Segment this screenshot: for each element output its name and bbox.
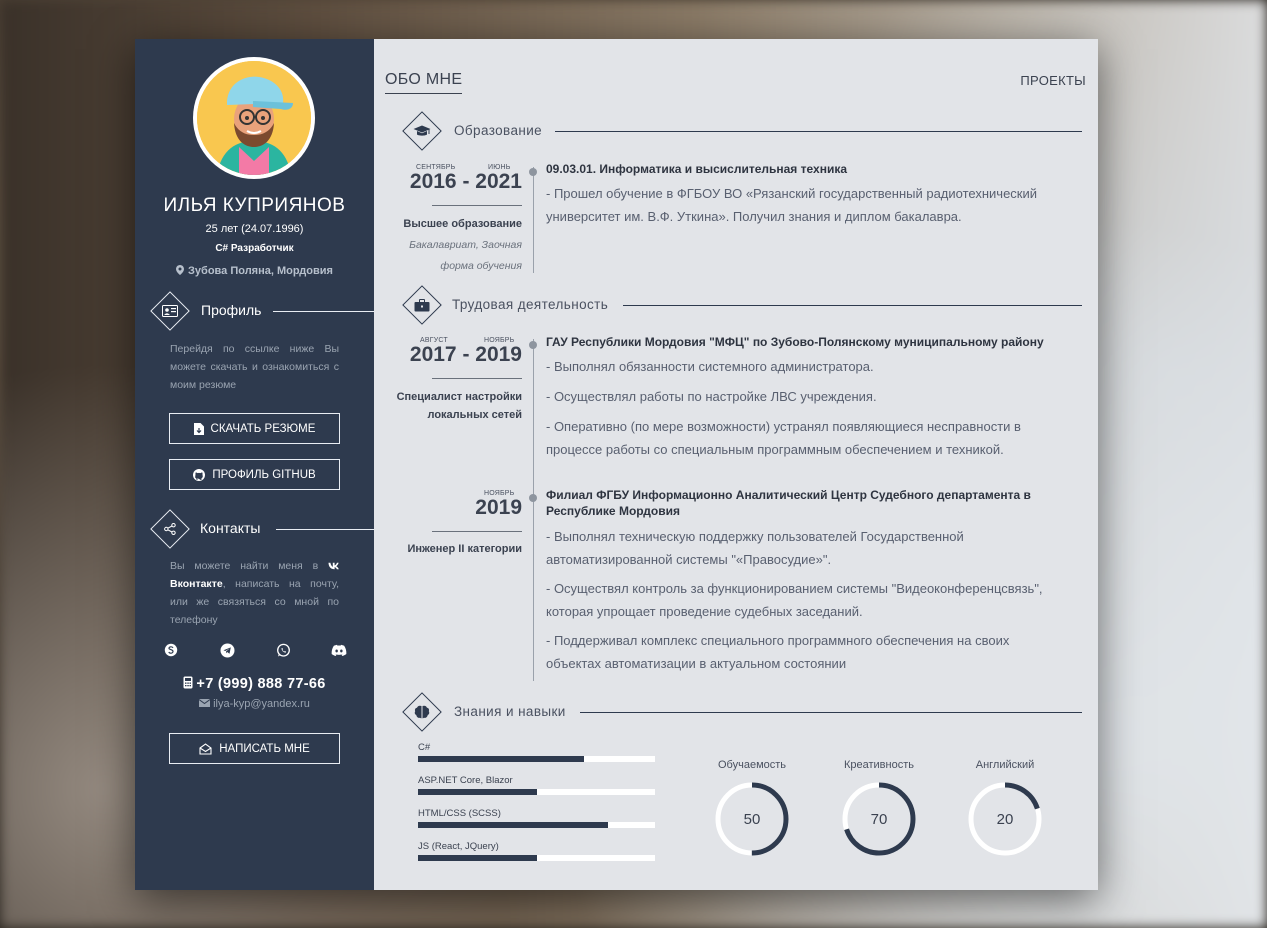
edu-years: 2016 - 2021	[409, 170, 522, 193]
download-resume-label: СКАЧАТЬ РЕЗЮМЕ	[210, 422, 316, 435]
skill-aspnet: ASP.NET Core, Blazor	[418, 775, 655, 795]
vk-link[interactable]: Вконтакте	[170, 578, 223, 590]
ring-value: 70	[871, 811, 888, 828]
ring-value: 20	[997, 811, 1014, 828]
envelope-icon	[198, 699, 211, 707]
skill-html-css: HTML/CSS (SCSS)	[418, 808, 655, 828]
phone-number[interactable]: +7 (999) 888 77-66	[135, 676, 374, 692]
edu-degree: Высшее образование	[403, 218, 522, 230]
work1-position-1: Специалист настройки	[396, 391, 522, 403]
work1-years: 2017 - 2019	[409, 343, 522, 366]
share-icon	[164, 523, 176, 535]
work2-bullet-2: - Осуществял контроль за функционировани…	[546, 581, 1043, 596]
skill-label: JS (React, JQuery)	[418, 841, 499, 852]
write-me-label: НАПИСАТЬ МНЕ	[219, 742, 310, 755]
vk-icon	[328, 562, 339, 570]
github-profile-button[interactable]: ПРОФИЛЬ GITHUB	[169, 459, 340, 490]
envelope-open-icon	[199, 742, 212, 755]
discord-icon[interactable]	[331, 642, 347, 658]
profile-name: ИЛЬЯ КУПРИЯНОВ	[163, 195, 346, 216]
skill-label: ASP.NET Core, Blazor	[418, 775, 513, 786]
profile-section-title: Профиль	[201, 302, 262, 318]
ring-label: Английский	[975, 759, 1035, 771]
telegram-icon[interactable]	[219, 642, 235, 658]
work1-bullet-2: - Осуществлял работы по настройке ЛВС уч…	[546, 389, 877, 404]
edu-text-1: - Прошел обучение в ФГБОУ ВО «Рязанский …	[546, 186, 1038, 201]
ring-label: Креативность	[843, 759, 914, 771]
ring-creativity: Креативность 70	[839, 759, 919, 859]
email-address[interactable]: ilya-kyp@yandex.ru	[135, 698, 374, 710]
briefcase-icon	[414, 298, 430, 311]
work1-bullet-3b: процессе работы со специальным программн…	[546, 442, 1004, 457]
skills-header: Знания и навыки	[402, 692, 1082, 732]
tab-about[interactable]: ОБО МНЕ	[385, 71, 463, 94]
work1-bullet-1: - Выполнял обязанности системного админи…	[546, 359, 874, 374]
tab-projects[interactable]: ПРОЕКТЫ	[1020, 73, 1086, 88]
work2-heading-2: Республике Мордовия	[546, 504, 681, 518]
contacts-description: Вы можете найти меня в Вконтакте, написа…	[170, 560, 339, 626]
profile-section-header: Профиль	[150, 291, 374, 331]
work2-heading-1: Филиал ФГБУ Информационно Аналитический …	[546, 488, 1031, 502]
avatar-illustration-icon	[197, 61, 311, 175]
skill-fill	[418, 822, 608, 828]
download-resume-button[interactable]: СКАЧАТЬ РЕЗЮМЕ	[169, 413, 340, 444]
skills-title: Знания и навыки	[454, 704, 566, 719]
skype-icon[interactable]	[163, 642, 179, 658]
skill-csharp: C#	[418, 742, 655, 762]
work2-bullet-3: - Поддерживал комплекс специального прог…	[546, 633, 1010, 648]
location-text: Зубова Поляна, Мордовия	[188, 265, 333, 277]
work2-bullet-3b: объектах автоматизации в актуальном сост…	[546, 656, 847, 671]
write-me-button[interactable]: НАПИСАТЬ МНЕ	[169, 733, 340, 764]
ring-english: Английский 20	[965, 759, 1045, 859]
map-pin-icon	[176, 265, 185, 275]
graduation-cap-icon	[413, 125, 431, 136]
education-header: Образование	[402, 111, 1082, 151]
work1-bullet-3: - Оперативно (по мере возможности) устра…	[546, 419, 1021, 434]
skill-label: HTML/CSS (SCSS)	[418, 808, 501, 819]
work2-bullet-1: - Выполнял техническую поддержку пользов…	[546, 529, 964, 544]
phone-icon	[183, 676, 193, 689]
edu-degree-sub-2: форма обучения	[440, 260, 522, 272]
ring-label: Обучаемость	[717, 759, 787, 771]
work2-position: Инженер II категории	[407, 543, 522, 555]
work2-bullet-2b: которая упрощает проведение судебных зас…	[546, 604, 863, 619]
work-header: Трудовая деятельность	[402, 285, 1082, 325]
social-links	[163, 642, 347, 658]
brain-icon	[414, 705, 430, 719]
ring-learnability: Обучаемость 50	[712, 759, 792, 859]
skill-label: C#	[418, 742, 431, 753]
github-icon	[193, 468, 206, 481]
profile-location: Зубова Поляна, Мордовия	[135, 265, 374, 277]
skill-js: JS (React, JQuery)	[418, 841, 655, 861]
sidebar: ИЛЬЯ КУПРИЯНОВ 25 лет (24.07.1996) C# Ра…	[135, 39, 374, 890]
whatsapp-icon[interactable]	[275, 642, 291, 658]
resume-card: ИЛЬЯ КУПРИЯНОВ 25 лет (24.07.1996) C# Ра…	[135, 39, 1098, 890]
skill-fill	[418, 789, 537, 795]
profile-description: Перейдя по ссылке ниже Вы можете скачать…	[170, 343, 339, 391]
profile-age: 25 лет (24.07.1996)	[205, 223, 304, 235]
ring-value: 50	[744, 811, 761, 828]
main-content: ОБО МНЕ ПРОЕКТЫ Образование СЕНТЯБРЬ ИЮН…	[374, 39, 1098, 890]
work2-bullet-1b: автоматизированной системы "«Правосудие»…	[546, 552, 832, 567]
education-title: Образование	[454, 123, 543, 138]
profile-role: C# Разработчик	[215, 243, 294, 254]
work-title: Трудовая деятельность	[452, 297, 609, 312]
contacts-section-header: Контакты	[150, 509, 374, 549]
id-card-icon	[162, 305, 178, 317]
edu-text-2: университет им. В.Ф. Уткина». Получил зн…	[546, 209, 962, 224]
edu-heading: 09.03.01. Информатика и высислительная т…	[546, 162, 847, 176]
work1-heading: ГАУ Республики Мордовия "МФЦ" по Зубово-…	[546, 335, 1044, 349]
file-download-icon	[193, 422, 204, 435]
skill-fill	[418, 756, 584, 762]
work2-years: 2019	[475, 496, 522, 519]
skill-fill	[418, 855, 537, 861]
github-profile-label: ПРОФИЛЬ GITHUB	[212, 468, 316, 481]
contacts-section-title: Контакты	[200, 520, 261, 536]
edu-degree-sub-1: Бакалавриат, Заочная	[409, 239, 522, 251]
avatar	[193, 57, 315, 179]
work1-position-2: локальных сетей	[427, 409, 522, 421]
